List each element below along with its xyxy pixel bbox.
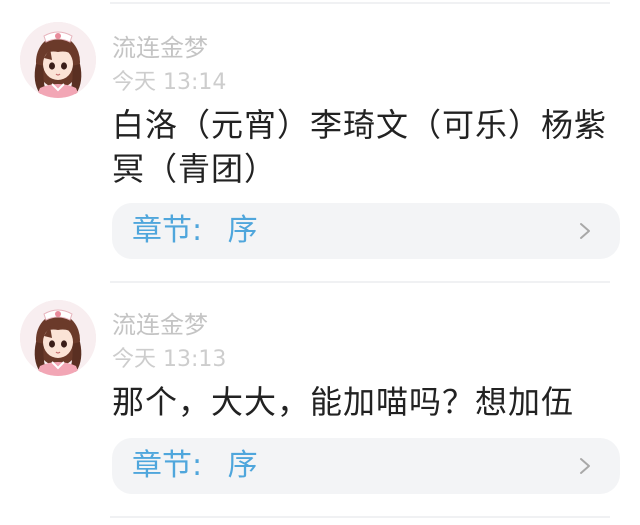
chapter-name: 序 — [227, 213, 258, 248]
top-divider — [110, 2, 610, 4]
comment-divider — [110, 281, 610, 283]
chapter-label: 章节: — [132, 213, 203, 248]
bottom-divider — [110, 516, 610, 518]
chapter-link-text: 章节: 序 — [132, 448, 258, 484]
username[interactable]: 流连金梦 — [112, 34, 208, 62]
user-avatar[interactable] — [20, 300, 96, 376]
chapter-label: 章节: — [132, 448, 203, 483]
comment-feed: 流连金梦 今天 13:14 白洛（元宵）李琦文（可乐）杨紫冥（青团） 章节: 序 — [0, 0, 640, 525]
comment-text: 那个，大大，能加喵吗？想加伍 — [112, 383, 575, 421]
chapter-link[interactable]: 章节: 序 — [112, 438, 620, 494]
timestamp: 今天 13:13 — [112, 347, 227, 372]
chapter-name: 序 — [227, 448, 258, 483]
username[interactable]: 流连金梦 — [112, 311, 208, 339]
comment-text: 白洛（元宵）李琦文（可乐）杨紫冥（青团） — [112, 106, 608, 188]
anime-girl-avatar-icon — [20, 22, 96, 98]
timestamp: 今天 13:14 — [112, 70, 227, 95]
chevron-right-icon — [580, 223, 590, 239]
user-avatar[interactable] — [20, 22, 96, 98]
chapter-link[interactable]: 章节: 序 — [112, 203, 620, 259]
anime-girl-avatar-icon — [20, 300, 96, 376]
chevron-right-icon — [580, 458, 590, 474]
chapter-link-text: 章节: 序 — [132, 213, 258, 249]
